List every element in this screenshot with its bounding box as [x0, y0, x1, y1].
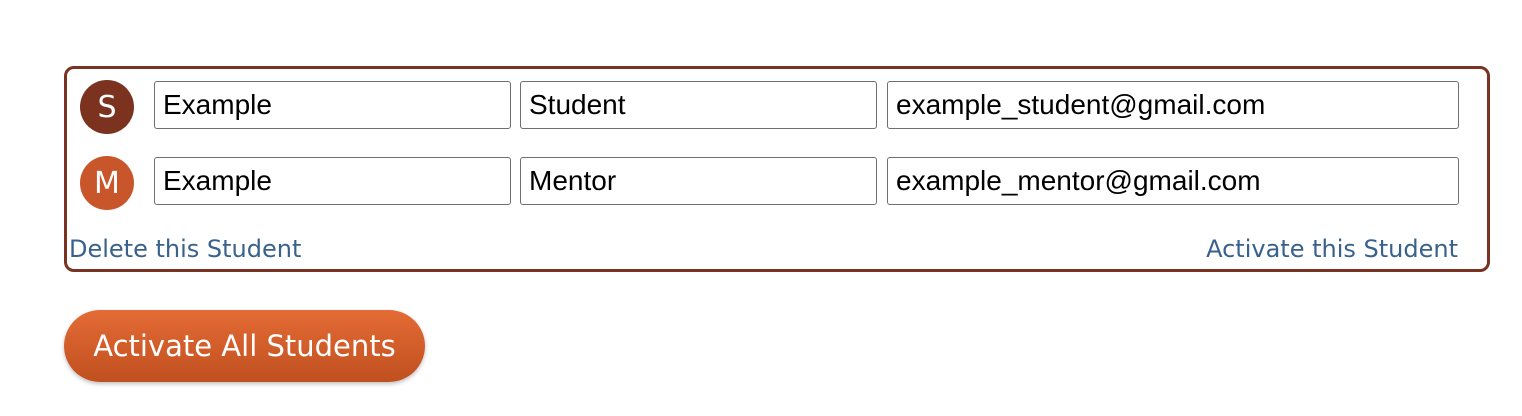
student-email-input[interactable]: [887, 81, 1459, 129]
mentor-last-name-input[interactable]: [520, 157, 877, 205]
activate-all-students-button[interactable]: Activate All Students: [64, 310, 425, 382]
delete-student-link[interactable]: Delete this Student: [69, 235, 301, 263]
mentor-row: M: [67, 156, 1487, 210]
activate-student-link[interactable]: Activate this Student: [1206, 235, 1458, 263]
student-last-name-input[interactable]: [520, 81, 877, 129]
mentor-email-input[interactable]: [887, 157, 1459, 205]
mentor-first-name-input[interactable]: [154, 157, 511, 205]
student-card: S M Delete this Student Activate this St…: [64, 66, 1490, 272]
student-first-name-input[interactable]: [154, 81, 511, 129]
student-avatar: S: [80, 80, 134, 134]
mentor-avatar: M: [80, 156, 134, 210]
student-row: S: [67, 80, 1487, 134]
